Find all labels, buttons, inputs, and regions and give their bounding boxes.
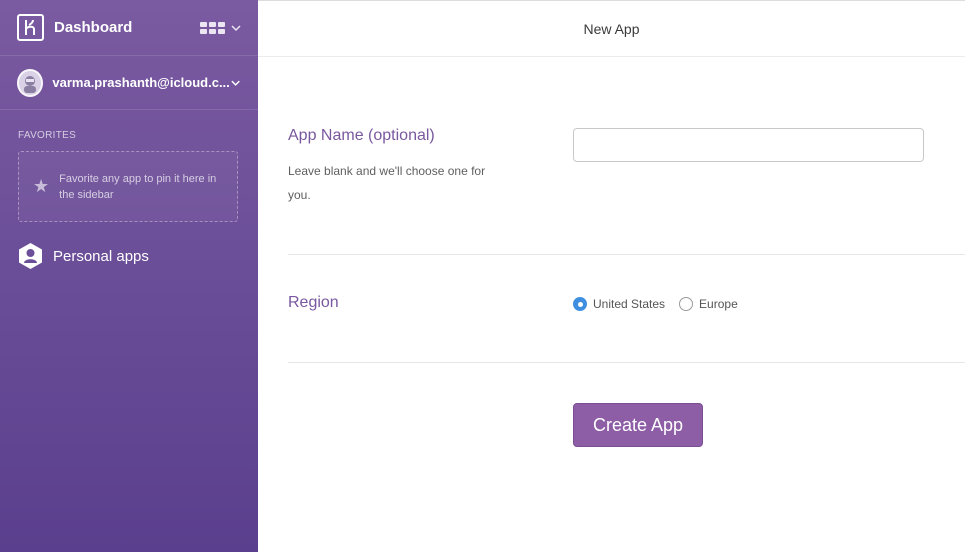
chevron-down-icon bbox=[231, 24, 241, 31]
apps-menu-button[interactable] bbox=[200, 21, 242, 34]
app-name-input[interactable] bbox=[573, 128, 924, 162]
account-menu[interactable]: varma.prashanth@icloud.c... bbox=[0, 56, 258, 110]
page-title: New App bbox=[583, 20, 640, 37]
favorites-dropzone: ★ Favorite any app to pin it here in the… bbox=[18, 151, 238, 222]
app-name-label: App Name (optional) bbox=[288, 127, 435, 144]
region-united-states-label[interactable]: United States bbox=[593, 297, 665, 311]
favorites-heading: FAVORITES bbox=[18, 130, 77, 141]
top-bar: New App bbox=[258, 1, 965, 57]
sidebar-header: Dashboard bbox=[0, 0, 258, 56]
app-name-help: Leave blank and we'll choose one for you… bbox=[288, 164, 486, 202]
region-radio-group: United States Europe bbox=[573, 297, 752, 311]
dashboard-link[interactable]: Dashboard bbox=[54, 19, 200, 36]
app-name-section: App Name (optional) Leave blank and we'l… bbox=[288, 127, 488, 207]
chevron-down-icon bbox=[231, 80, 240, 86]
account-email: varma.prashanth@icloud.c... bbox=[52, 75, 230, 90]
divider bbox=[288, 254, 965, 255]
avatar bbox=[17, 68, 44, 97]
apps-grid-icon bbox=[200, 21, 225, 34]
main-content: New App App Name (optional) Leave blank … bbox=[258, 0, 965, 552]
region-united-states-radio[interactable] bbox=[573, 297, 587, 311]
region-europe-label[interactable]: Europe bbox=[699, 297, 738, 311]
sidebar: Dashboard varma.prashanth@icloud.c... FA… bbox=[0, 0, 258, 552]
personal-apps-link[interactable]: Personal apps bbox=[17, 242, 258, 270]
star-icon: ★ bbox=[33, 176, 50, 196]
region-label: Region bbox=[288, 294, 339, 311]
region-europe-radio[interactable] bbox=[679, 297, 694, 311]
person-hexagon-icon bbox=[19, 243, 42, 269]
personal-apps-label: Personal apps bbox=[53, 247, 149, 265]
divider bbox=[288, 362, 965, 363]
create-app-button[interactable]: Create App bbox=[573, 403, 703, 447]
favorites-hint: Favorite any app to pin it here in the s… bbox=[59, 172, 217, 201]
heroku-logo-icon[interactable] bbox=[17, 14, 44, 41]
